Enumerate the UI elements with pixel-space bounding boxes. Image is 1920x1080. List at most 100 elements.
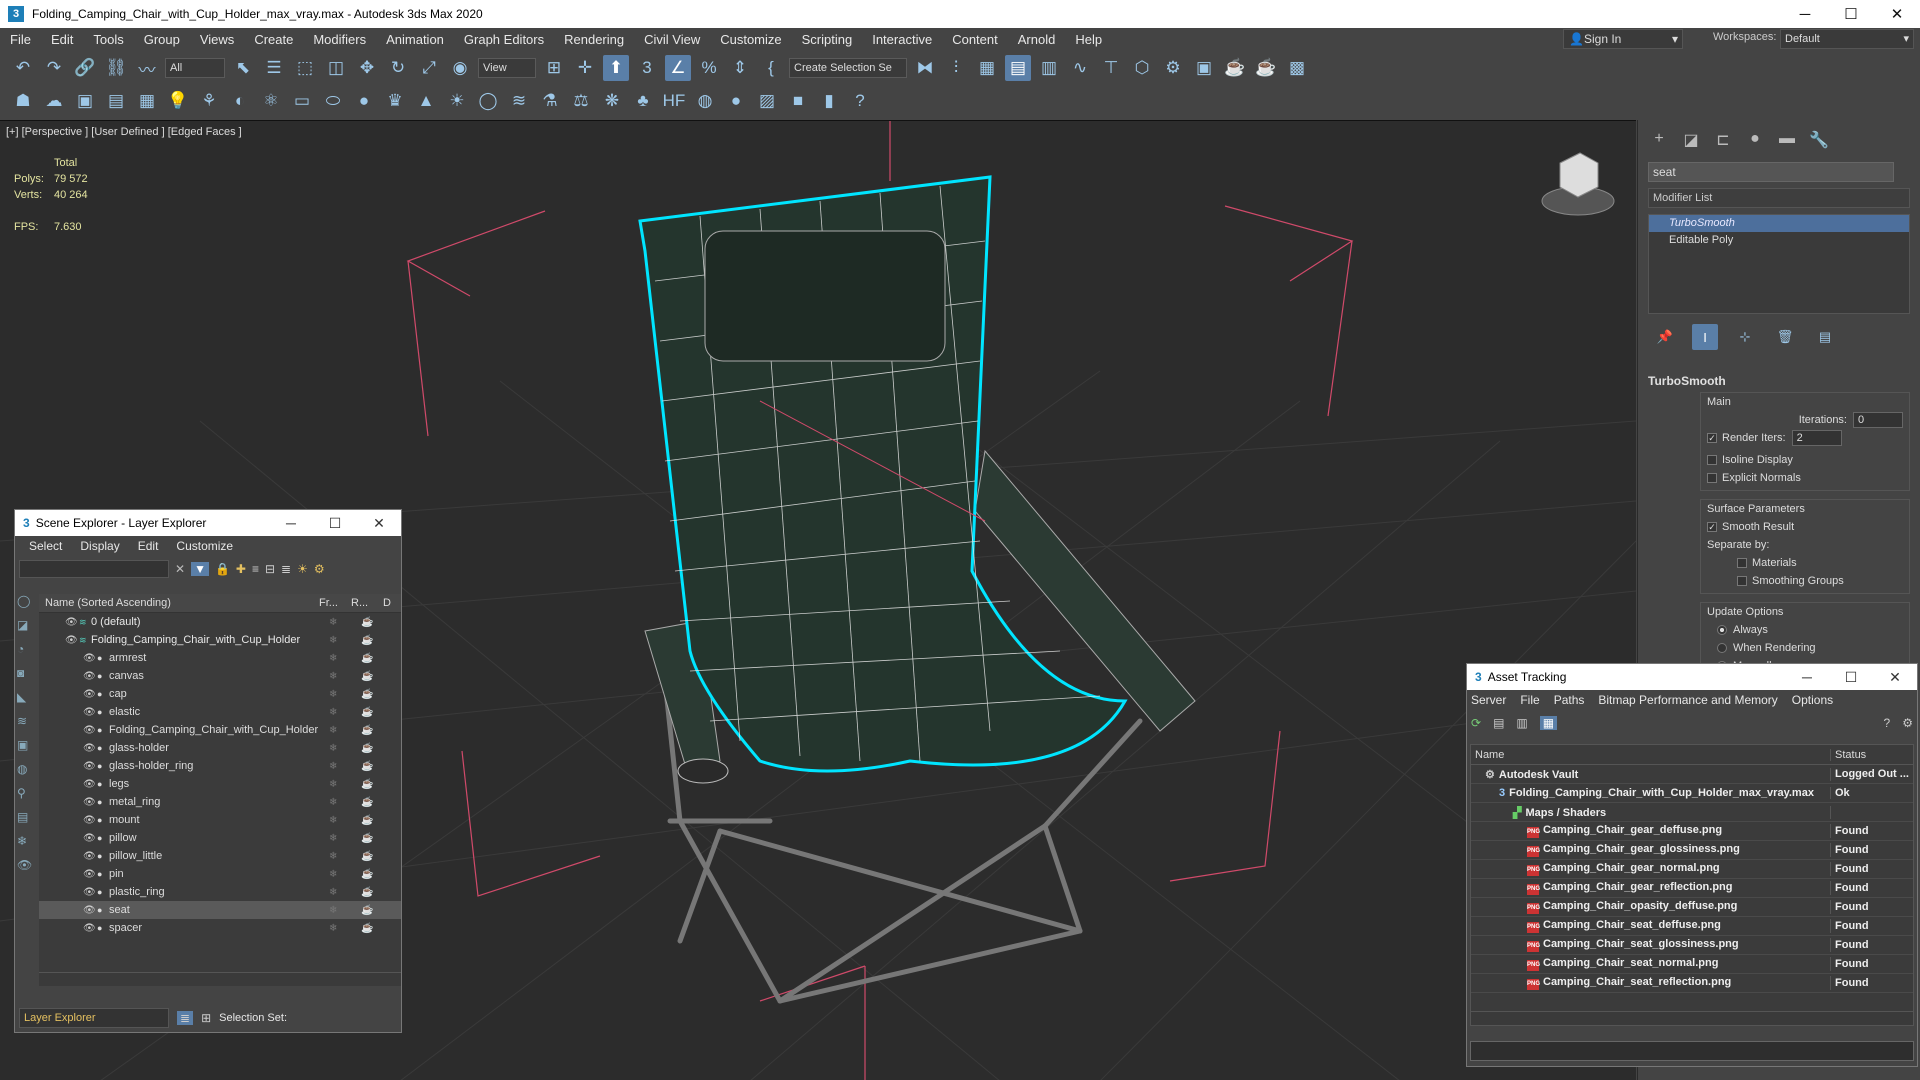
motion-tab-icon[interactable]: ● <box>1744 130 1766 152</box>
renderable-icon[interactable]: ☕ <box>361 653 373 664</box>
refresh-icon[interactable]: ⟳ <box>1471 716 1481 730</box>
utilities-tab-icon[interactable]: 🔧 <box>1808 130 1830 152</box>
maximize-button[interactable]: ☐ <box>313 515 357 532</box>
groups-filter-icon[interactable]: ▣ <box>17 738 37 762</box>
visibility-eye-icon[interactable]: 👁 <box>83 923 96 934</box>
help-icon[interactable]: ? <box>847 88 873 114</box>
explorer-mode-dropdown[interactable]: Layer Explorer <box>19 1008 169 1028</box>
minimize-button[interactable]: ─ <box>1782 6 1828 23</box>
move-icon[interactable]: ✥ <box>354 55 380 81</box>
freeze-icon[interactable]: ❄ <box>329 725 337 736</box>
freeze-icon[interactable]: ❄ <box>329 923 337 934</box>
render-in-cloud-icon[interactable]: ▩ <box>1284 55 1310 81</box>
renderable-icon[interactable]: ☕ <box>361 905 373 916</box>
asset-row[interactable]: PNG Camping_Chair_seat_normal.png Found <box>1471 955 1913 974</box>
undo-icon[interactable]: ↶ <box>10 55 36 81</box>
bind-spacewarp-icon[interactable]: 〰 <box>134 55 160 81</box>
rotate-icon[interactable]: ↻ <box>385 55 411 81</box>
modify-tab-icon[interactable]: ◪ <box>1680 130 1702 152</box>
link-icon[interactable]: 🔗 <box>72 55 98 81</box>
asset-row[interactable]: PNG Camping_Chair_gear_glossiness.png Foun… <box>1471 841 1913 860</box>
hierarchy-tab-icon[interactable]: ⊏ <box>1712 130 1734 152</box>
se-horizontal-scrollbar[interactable] <box>39 972 401 986</box>
menu-scripting[interactable]: Scripting <box>792 32 863 47</box>
xrefs-filter-icon[interactable]: ◍ <box>17 762 37 786</box>
hidden-filter-icon[interactable]: 👁 <box>17 858 37 882</box>
maximize-button[interactable]: ☐ <box>1828 5 1874 23</box>
scale-icon[interactable]: ⤢ <box>416 55 442 81</box>
visibility-eye-icon[interactable]: 👁 <box>83 779 96 790</box>
renderable-icon[interactable]: ☕ <box>361 923 373 934</box>
renderable-icon[interactable]: ☕ <box>361 689 373 700</box>
at-menu-file[interactable]: File <box>1520 693 1539 707</box>
sign-in-dropdown[interactable]: 👤 Sign In ▾ <box>1563 29 1683 49</box>
vray-clipper-icon[interactable]: ⚖ <box>568 88 594 114</box>
freeze-icon[interactable]: ❄ <box>329 887 337 898</box>
renderable-icon[interactable]: ☕ <box>361 671 373 682</box>
create-selection-set-dropdown[interactable]: Create Selection Se <box>789 58 907 78</box>
col-display-header[interactable]: D <box>383 597 391 609</box>
close-button[interactable]: ✕ <box>1874 5 1920 23</box>
col-freeze-header[interactable]: Fr... <box>319 597 351 609</box>
renderable-icon[interactable]: ☕ <box>361 833 373 844</box>
layer-stack-icon[interactable]: ≣ <box>281 562 291 576</box>
menu-interactive[interactable]: Interactive <box>862 32 942 47</box>
object-row-armrest[interactable]: 👁 ● armrest ❄ ☕ <box>39 649 401 667</box>
align-icon[interactable]: ⫶ <box>943 55 969 81</box>
col-name-header[interactable]: Name (Sorted Ascending) <box>39 597 319 609</box>
se-menu-display[interactable]: Display <box>80 539 119 553</box>
spinner-snap-icon[interactable]: ⇕ <box>727 55 753 81</box>
freeze-icon[interactable]: ❄ <box>329 905 337 916</box>
settings-icon[interactable]: ⚙ <box>314 562 325 576</box>
object-row-pillow-little[interactable]: 👁 ● pillow_little ❄ ☕ <box>39 847 401 865</box>
lock-icon[interactable]: 🔒 <box>215 562 230 576</box>
select-by-name-icon[interactable]: ☰ <box>261 55 287 81</box>
vray-material-icon[interactable]: ◐ <box>227 88 253 114</box>
filter-icon[interactable]: ▼ <box>191 562 209 576</box>
object-row-pin[interactable]: 👁 ● pin ❄ ☕ <box>39 865 401 883</box>
freeze-icon[interactable]: ❄ <box>329 671 337 682</box>
visibility-eye-icon[interactable]: 👁 <box>83 707 96 718</box>
geometry-filter-icon[interactable]: ◯ <box>17 594 37 618</box>
visibility-eye-icon[interactable]: 👁 <box>65 635 78 646</box>
freeze-icon[interactable]: ❄ <box>329 653 337 664</box>
menu-modifiers[interactable]: Modifiers <box>303 32 376 47</box>
asset-row[interactable]: ⚙ Autodesk Vault Logged Out ... <box>1471 765 1913 784</box>
se-menu-select[interactable]: Select <box>29 539 62 553</box>
renderable-icon[interactable]: ☕ <box>361 797 373 808</box>
modifier-list-dropdown[interactable]: Modifier List <box>1648 188 1910 208</box>
asset-row[interactable]: ▞ Maps / Shaders <box>1471 803 1913 822</box>
layer-explorer-toggle-icon[interactable]: ▤ <box>1005 55 1031 81</box>
freeze-icon[interactable]: ❄ <box>329 617 337 628</box>
asset-row[interactable]: PNG Camping_Chair_seat_glossiness.png Foun… <box>1471 936 1913 955</box>
object-row-seat[interactable]: 👁 ● seat ❄ ☕ <box>39 901 401 919</box>
spacewarps-filter-icon[interactable]: ≋ <box>17 714 37 738</box>
scene-explorer-toggle-icon[interactable]: ▦ <box>974 55 1000 81</box>
smoothing-groups-checkbox[interactable] <box>1737 576 1747 586</box>
freeze-icon[interactable]: ❄ <box>329 635 337 646</box>
frozen-filter-icon[interactable]: ❄ <box>17 834 37 858</box>
vray-proxy-icon[interactable]: ⚗ <box>537 88 563 114</box>
curve-editor-icon[interactable]: ∿ <box>1067 55 1093 81</box>
render-production-icon[interactable]: ☕ <box>1222 55 1248 81</box>
layer-row-default[interactable]: 👁 ≋ 0 (default) ❄ ☕ <box>39 613 401 631</box>
rect-selection-icon[interactable]: ⬚ <box>292 55 318 81</box>
menu-rendering[interactable]: Rendering <box>554 32 634 47</box>
renderable-icon[interactable]: ☕ <box>361 635 373 646</box>
at-col-status[interactable]: Status <box>1831 749 1866 761</box>
menu-file[interactable]: File <box>0 32 41 47</box>
menu-edit[interactable]: Edit <box>41 32 83 47</box>
create-tab-icon[interactable]: + <box>1648 130 1670 152</box>
when-rendering-radio[interactable] <box>1717 643 1727 653</box>
vray-toolbar-icon[interactable]: ⚘ <box>196 88 222 114</box>
visibility-eye-icon[interactable]: 👁 <box>83 689 96 700</box>
renderable-icon[interactable]: ☕ <box>361 851 373 862</box>
renderable-icon[interactable]: ☕ <box>361 815 373 826</box>
lights-filter-icon[interactable]: ◔ <box>17 642 37 666</box>
containers-filter-icon[interactable]: ▤ <box>17 810 37 834</box>
at-horizontal-scrollbar[interactable] <box>1471 1011 1913 1025</box>
asset-row[interactable]: PNG Camping_Chair_gear_normal.png Found <box>1471 860 1913 879</box>
visibility-eye-icon[interactable]: 👁 <box>83 653 96 664</box>
cloud-icon[interactable]: ☁ <box>41 88 67 114</box>
modifier-stack[interactable]: TurboSmooth Editable Poly <box>1648 214 1910 314</box>
